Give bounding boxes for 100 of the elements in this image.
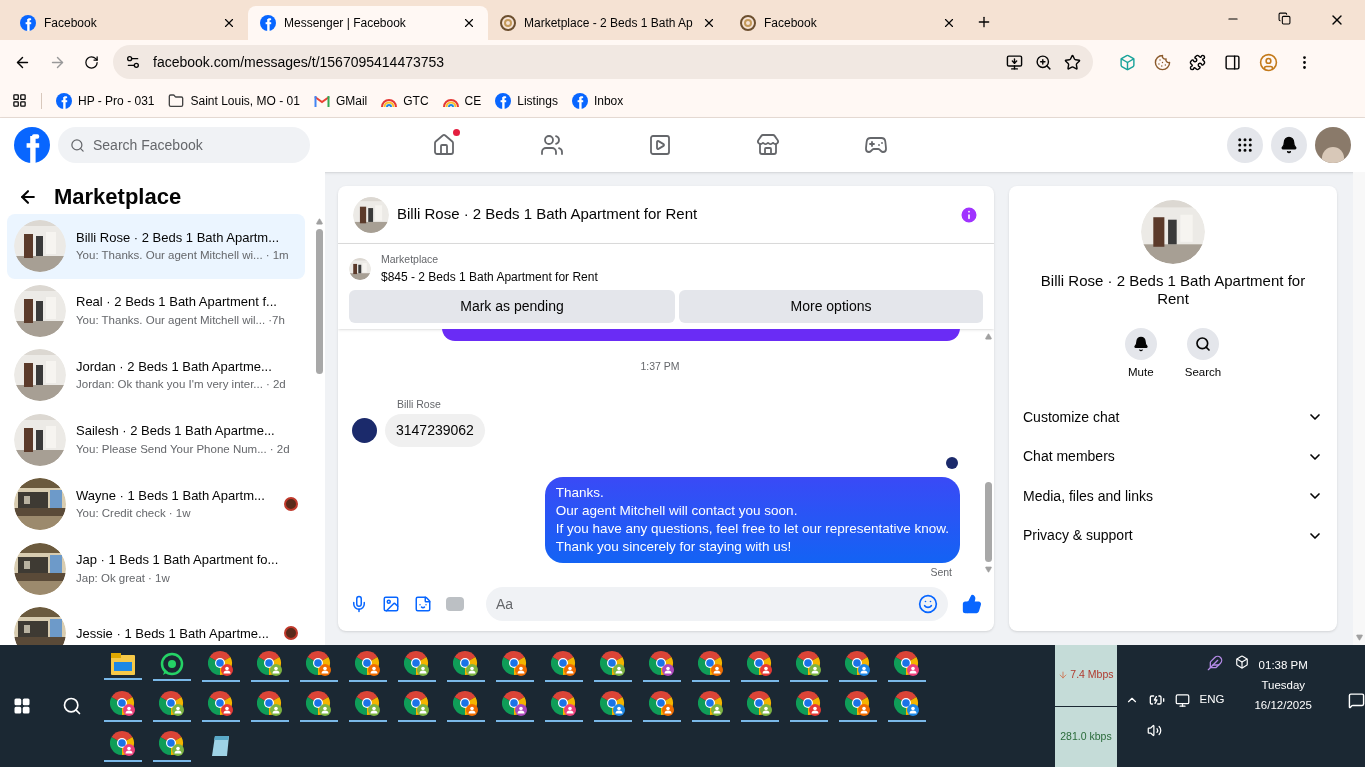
- conversation-item[interactable]: Real · 2 Beds 1 Bath Apartment f... You: Thanks. Our agent Mitchell wil... ·7h: [7, 278, 305, 343]
- chrome-app-icon[interactable]: [453, 650, 480, 677]
- chrome-app-icon[interactable]: [894, 690, 921, 717]
- scroll-up-icon[interactable]: [315, 218, 323, 225]
- zoom-icon[interactable]: [1035, 53, 1052, 71]
- side-panel-icon[interactable]: [1224, 53, 1241, 71]
- chrome-app-icon[interactable]: [845, 650, 872, 677]
- chrome-app-icon[interactable]: [600, 650, 627, 677]
- bookmark-star-icon[interactable]: [1064, 53, 1081, 71]
- menu-button[interactable]: [1227, 127, 1263, 163]
- restore-icon[interactable]: [1278, 12, 1291, 25]
- notification-center-icon[interactable]: [1348, 691, 1365, 709]
- bookmark[interactable]: Listings: [495, 91, 558, 110]
- chrome-app-icon[interactable]: [453, 690, 480, 717]
- battery-icon[interactable]: [1148, 692, 1165, 708]
- chrome-app-icon[interactable]: [894, 650, 921, 677]
- extension-icon[interactable]: [1119, 53, 1136, 71]
- section-header[interactable]: Privacy & support: [1023, 515, 1323, 556]
- language-indicator[interactable]: ENG: [1199, 691, 1225, 709]
- chrome-app-icon[interactable]: [845, 690, 872, 717]
- home-icon[interactable]: [432, 133, 456, 157]
- clock-day[interactable]: Tuesday: [1261, 675, 1306, 695]
- chrome-app-icon[interactable]: [698, 650, 725, 677]
- chrome-app-icon[interactable]: [551, 690, 578, 717]
- folder-app-icon[interactable]: [111, 652, 136, 675]
- chrome-app-icon[interactable]: [208, 690, 235, 717]
- chrome-app-icon[interactable]: [502, 690, 529, 717]
- like-icon[interactable]: [962, 594, 982, 614]
- notifications-button[interactable]: [1271, 127, 1307, 163]
- profile-avatar[interactable]: [1315, 127, 1351, 163]
- close-icon[interactable]: [222, 16, 236, 30]
- bookmark[interactable]: Saint Louis, MO - 01: [168, 91, 300, 110]
- emoji-icon[interactable]: [918, 594, 938, 614]
- chrome-app-icon[interactable]: [649, 690, 676, 717]
- chrome-app-icon[interactable]: [404, 690, 431, 717]
- bookmark[interactable]: Inbox: [571, 91, 624, 110]
- new-tab-icon[interactable]: [976, 14, 992, 30]
- chrome-app-icon[interactable]: [502, 650, 529, 677]
- chrome-app-icon[interactable]: [110, 690, 137, 717]
- people-icon[interactable]: [540, 133, 564, 157]
- close-icon[interactable]: [462, 16, 476, 30]
- reload-icon[interactable]: [84, 54, 99, 70]
- chrome-app-icon[interactable]: [796, 650, 823, 677]
- chrome-app-icon[interactable]: [208, 650, 235, 677]
- close-icon[interactable]: [702, 16, 716, 30]
- browser-tab[interactable]: Facebook: [728, 6, 968, 40]
- section-header[interactable]: Chat members: [1023, 436, 1323, 477]
- bookmark[interactable]: HP - Pro - 031: [56, 91, 155, 110]
- clock-time[interactable]: 01:38 PM: [1258, 655, 1308, 675]
- clock-date[interactable]: 16/12/2025: [1254, 695, 1312, 715]
- info-icon[interactable]: [959, 204, 979, 225]
- scroll-up-icon[interactable]: [984, 332, 992, 340]
- start-icon[interactable]: [13, 697, 32, 715]
- listing-button[interactable]: Mark as pending: [349, 289, 675, 323]
- message-field[interactable]: Aa: [486, 587, 948, 621]
- bookmark[interactable]: CE: [442, 91, 482, 110]
- volume-icon[interactable]: [1146, 723, 1162, 738]
- scroll-down-icon[interactable]: [984, 566, 992, 573]
- message-input[interactable]: Aa: [496, 593, 918, 615]
- profile-icon[interactable]: [1259, 52, 1278, 72]
- action-button[interactable]: Search: [1184, 328, 1222, 382]
- bookmark[interactable]: GMail: [313, 91, 368, 110]
- apps-icon[interactable]: [12, 93, 27, 108]
- microphone-icon[interactable]: [350, 595, 368, 613]
- chrome-app-icon[interactable]: [698, 690, 725, 717]
- browser-tab[interactable]: Messenger | Facebook: [248, 6, 488, 40]
- chrome-app-icon[interactable]: [159, 690, 186, 717]
- site-settings-icon[interactable]: [125, 54, 141, 70]
- chrome-app-icon[interactable]: [159, 730, 186, 757]
- scrollbar-thumb[interactable]: [984, 482, 992, 562]
- feather-icon[interactable]: [1206, 655, 1223, 671]
- chrome-app-icon[interactable]: [306, 650, 333, 677]
- chrome-app-icon[interactable]: [257, 690, 284, 717]
- chrome-app-icon[interactable]: [747, 650, 774, 677]
- chat-app-icon[interactable]: [160, 651, 185, 676]
- chrome-app-icon[interactable]: [404, 650, 431, 677]
- shop-icon[interactable]: [756, 133, 780, 157]
- conversation-item[interactable]: Jordan · 2 Beds 1 Bath Apartme... Jordan: Ok thank you I'm very inter... · 2d: [7, 343, 305, 408]
- chrome-app-icon[interactable]: [355, 690, 382, 717]
- scrollbar-thumb[interactable]: [315, 229, 323, 374]
- section-header[interactable]: Customize chat: [1023, 397, 1323, 437]
- chrome-app-icon[interactable]: [110, 730, 137, 757]
- section-header[interactable]: Media, files and links: [1023, 476, 1323, 516]
- chrome-app-icon[interactable]: [306, 690, 333, 717]
- chrome-app-icon[interactable]: [796, 690, 823, 717]
- conversation-item[interactable]: Jap · 1 Beds 1 Bath Apartment fo... Jap: Ok great · 1w: [7, 536, 305, 601]
- extensions-icon[interactable]: [1189, 53, 1206, 71]
- image-icon[interactable]: [382, 595, 400, 613]
- video-icon[interactable]: [648, 133, 672, 157]
- browser-tab[interactable]: Marketplace - 2 Beds 1 Bath Ap: [488, 6, 728, 40]
- cookie-icon[interactable]: [1154, 53, 1171, 71]
- sticker-icon[interactable]: [414, 595, 432, 613]
- search-field[interactable]: Search Facebook: [58, 127, 310, 163]
- search-input[interactable]: Search Facebook: [93, 134, 298, 156]
- listing-button[interactable]: More options: [679, 289, 983, 323]
- search-icon[interactable]: [61, 696, 82, 716]
- chrome-app-icon[interactable]: [747, 690, 774, 717]
- bookmark[interactable]: GTC: [381, 91, 429, 110]
- chrome-app-icon[interactable]: [649, 650, 676, 677]
- conversation-item[interactable]: Billi Rose · 2 Beds 1 Bath Apartm... You: Thanks. Our agent Mitchell wi... · 1m: [7, 214, 305, 279]
